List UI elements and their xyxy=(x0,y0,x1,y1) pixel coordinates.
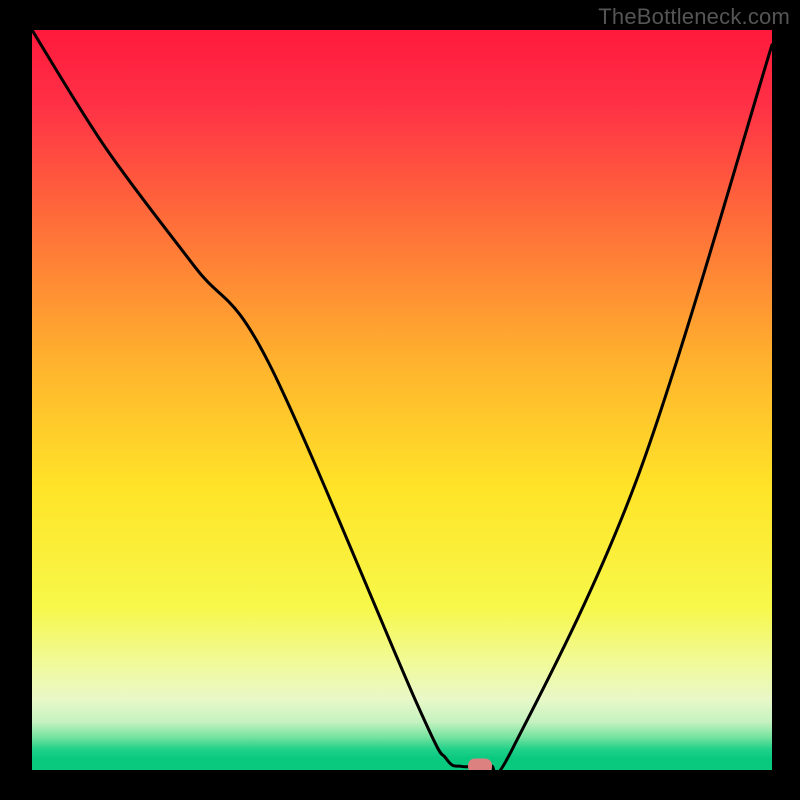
watermark-text: TheBottleneck.com xyxy=(598,4,790,30)
curve-layer xyxy=(32,30,772,770)
bottleneck-curve xyxy=(32,30,772,770)
plot-area xyxy=(32,30,772,770)
optimal-point-marker xyxy=(468,759,492,770)
chart-container: TheBottleneck.com xyxy=(0,0,800,800)
